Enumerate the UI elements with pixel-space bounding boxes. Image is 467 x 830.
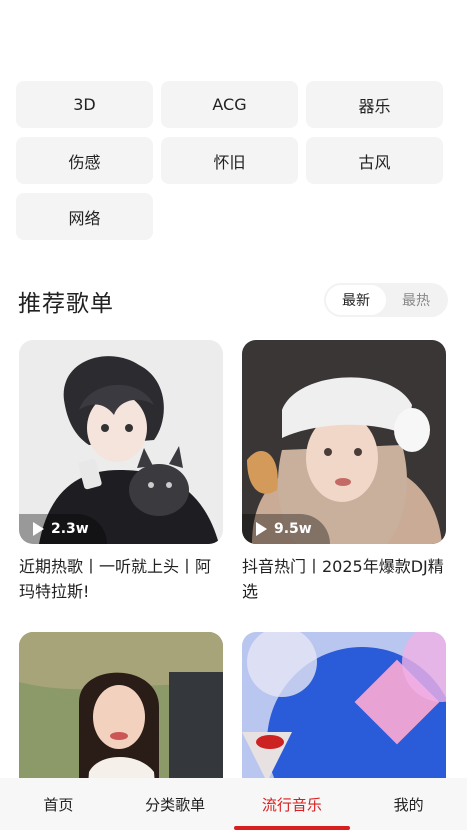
tab-mine[interactable]: 我的 xyxy=(350,778,467,830)
sort-newest-button[interactable]: 最新 xyxy=(326,285,386,315)
tag-sad[interactable]: 伤感 xyxy=(16,137,153,184)
play-count: 2.3w xyxy=(51,521,89,537)
playlist-title[interactable]: 近期热歌丨一听就上头丨阿玛特拉斯! xyxy=(19,554,223,604)
recommend-header: 推荐歌单 最新 最热 xyxy=(18,282,448,318)
tag-3d[interactable]: 3D xyxy=(16,81,153,128)
tag-internet[interactable]: 网络 xyxy=(16,193,153,240)
play-count: 9.5w xyxy=(274,521,312,537)
tab-popular-music[interactable]: 流行音乐 xyxy=(233,778,351,830)
section-title: 推荐歌单 xyxy=(18,291,114,317)
tag-ancient-style[interactable]: 古风 xyxy=(306,137,443,184)
play-count-badge: 2.3w xyxy=(19,514,107,544)
tab-category-playlists[interactable]: 分类歌单 xyxy=(117,778,234,830)
playlist-cover[interactable]: 9.5w xyxy=(242,340,446,544)
bottom-tab-bar: 首页 分类歌单 流行音乐 我的 xyxy=(0,778,467,830)
tab-home[interactable]: 首页 xyxy=(0,778,117,830)
tag-instrumental[interactable]: 器乐 xyxy=(306,81,443,128)
tag-nostalgic[interactable]: 怀旧 xyxy=(161,137,298,184)
sort-toggle: 最新 最热 xyxy=(324,283,448,317)
playlist-card[interactable]: 9.5w 抖音热门丨2025年爆款DJ精选 xyxy=(242,340,446,604)
playlist-card[interactable]: 2.3w 近期热歌丨一听就上头丨阿玛特拉斯! xyxy=(19,340,223,604)
playlist-title[interactable]: 抖音热门丨2025年爆款DJ精选 xyxy=(242,554,446,604)
category-tag-grid: 3D ACG 器乐 伤感 怀旧 古风 网络 xyxy=(16,81,444,240)
tag-acg[interactable]: ACG xyxy=(161,81,298,128)
sort-hottest-button[interactable]: 最热 xyxy=(386,285,446,315)
play-icon xyxy=(256,522,267,536)
play-count-badge: 9.5w xyxy=(242,514,330,544)
playlist-cover[interactable]: 2.3w xyxy=(19,340,223,544)
play-icon xyxy=(33,522,44,536)
